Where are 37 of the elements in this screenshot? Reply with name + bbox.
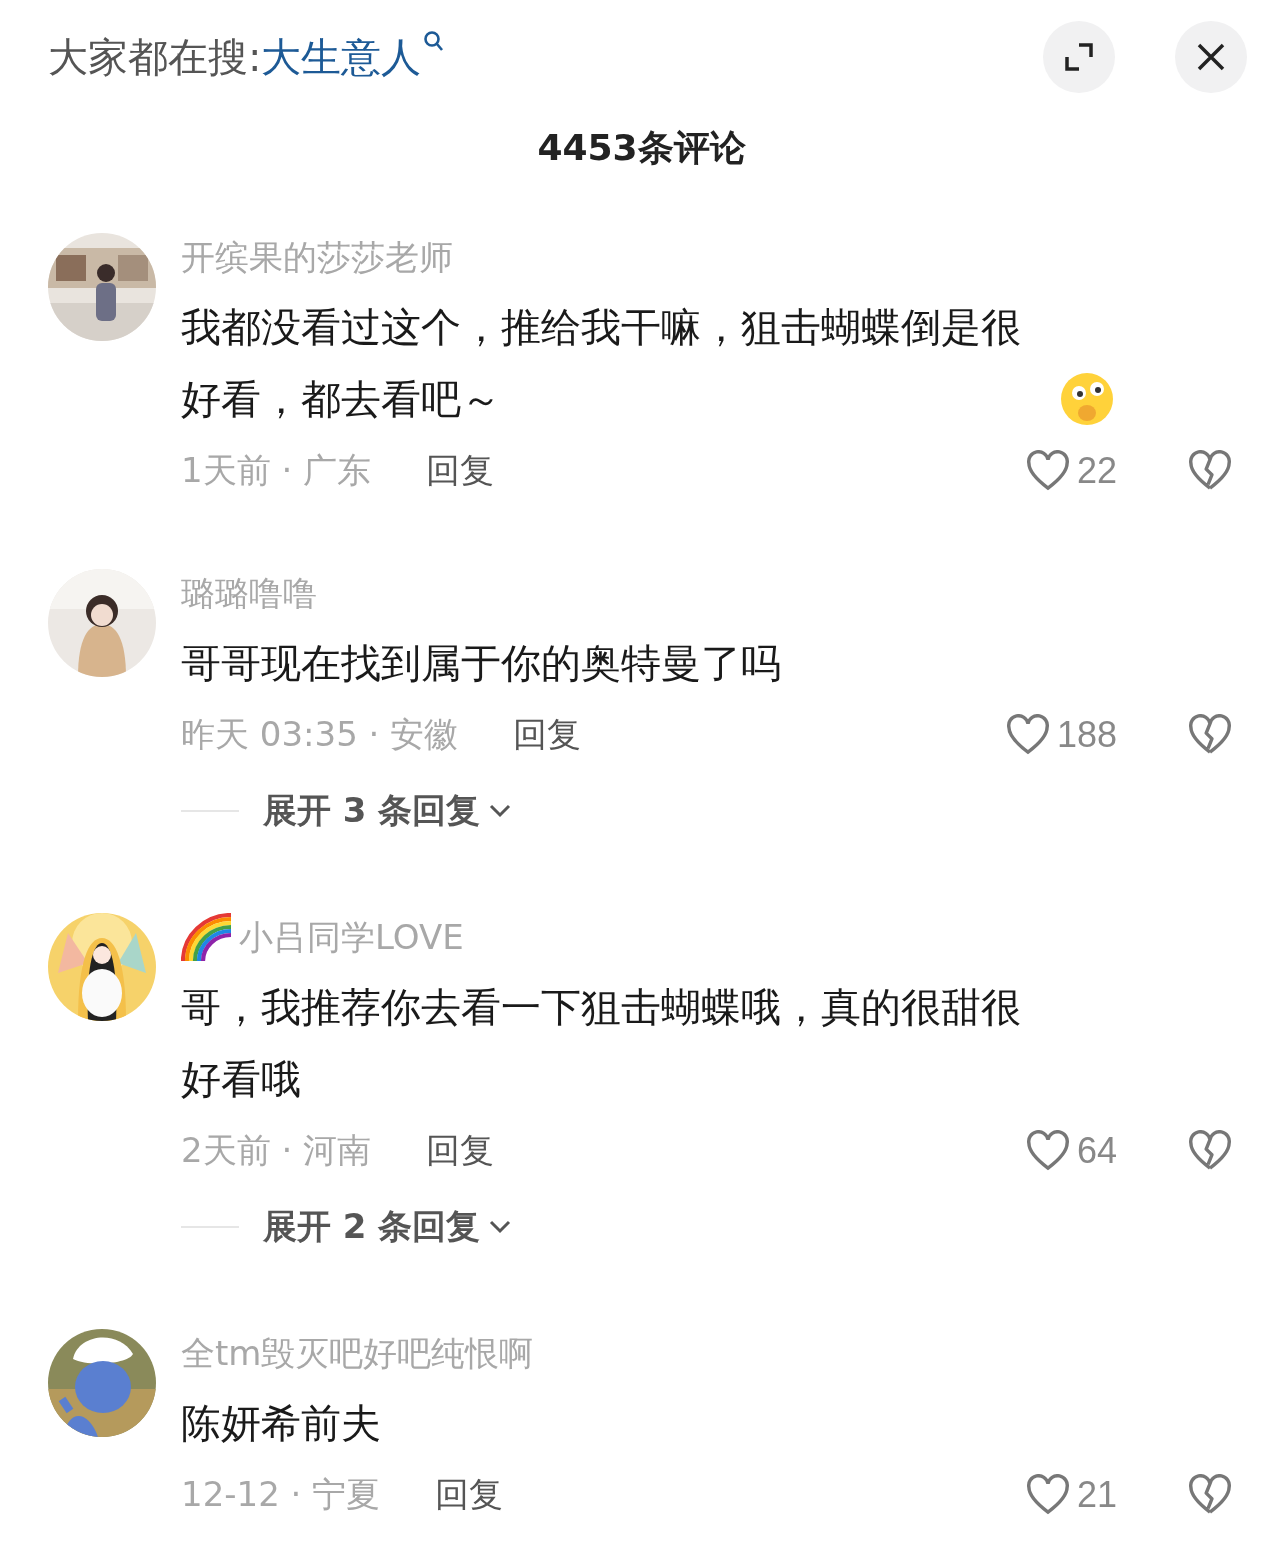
like-button[interactable]: 64 <box>1024 1130 1117 1172</box>
chevron-down-icon <box>488 803 513 819</box>
comment-count: 4453条评论 <box>536 126 747 170</box>
username[interactable]: 璐璐噜噜 <box>181 571 317 617</box>
broken-heart-icon[interactable] <box>1187 1474 1233 1516</box>
broken-heart-icon[interactable] <box>1187 1130 1233 1172</box>
reply-button[interactable]: 回复 <box>426 1128 495 1174</box>
comment-text: 我都没看过这个，推给我干嘛，狙击蝴蝶倒是很好看，都去看吧～ <box>181 303 1022 424</box>
broken-heart-icon[interactable] <box>1187 714 1233 756</box>
comment-text: 哥哥现在找到属于你的奥特曼了吗 <box>181 639 781 688</box>
chevron-down-icon <box>488 1219 513 1235</box>
username[interactable]: 开缤果的莎莎老师 <box>181 235 453 281</box>
comment-time: 昨天 03:35 · 安徽 <box>181 713 459 756</box>
comment-time: 1天前 · 广东 <box>181 449 372 492</box>
reply-button[interactable]: 回复 <box>513 712 582 758</box>
reply-button[interactable]: 回复 <box>435 1472 504 1518</box>
heart-icon <box>1024 1474 1071 1516</box>
trending-link[interactable]: 大生意人 <box>261 29 446 85</box>
like-button[interactable]: 22 <box>1024 450 1117 492</box>
broken-heart-icon[interactable] <box>1187 450 1233 492</box>
expand-replies-button[interactable]: 展开 2 条回复 <box>263 1204 513 1250</box>
comment-text: 陈妍希前夫 <box>181 1399 381 1448</box>
heart-icon <box>1024 450 1071 492</box>
expand-icon <box>1063 41 1095 73</box>
comment-time: 12-12 · 宁夏 <box>181 1473 381 1516</box>
heart-icon <box>1024 1130 1071 1172</box>
username[interactable]: 小吕同学LOVE <box>239 915 464 961</box>
heart-icon <box>1004 714 1051 756</box>
close-icon <box>1195 41 1227 73</box>
like-button[interactable]: 188 <box>1004 714 1117 756</box>
comment-text: 哥，我推荐你去看一下狙击蝴蝶哦，真的很甜很好看哦 <box>181 983 1022 1104</box>
expand-replies-button[interactable]: 展开 3 条回复 <box>263 788 513 834</box>
like-button[interactable]: 21 <box>1024 1474 1117 1516</box>
reply-button[interactable]: 回复 <box>426 448 495 494</box>
trending-label: 大家都在搜: <box>48 32 262 82</box>
comment-time: 2天前 · 河南 <box>181 1129 372 1172</box>
username[interactable]: 全tm毁灭吧好吧纯恨啊 <box>181 1331 534 1377</box>
